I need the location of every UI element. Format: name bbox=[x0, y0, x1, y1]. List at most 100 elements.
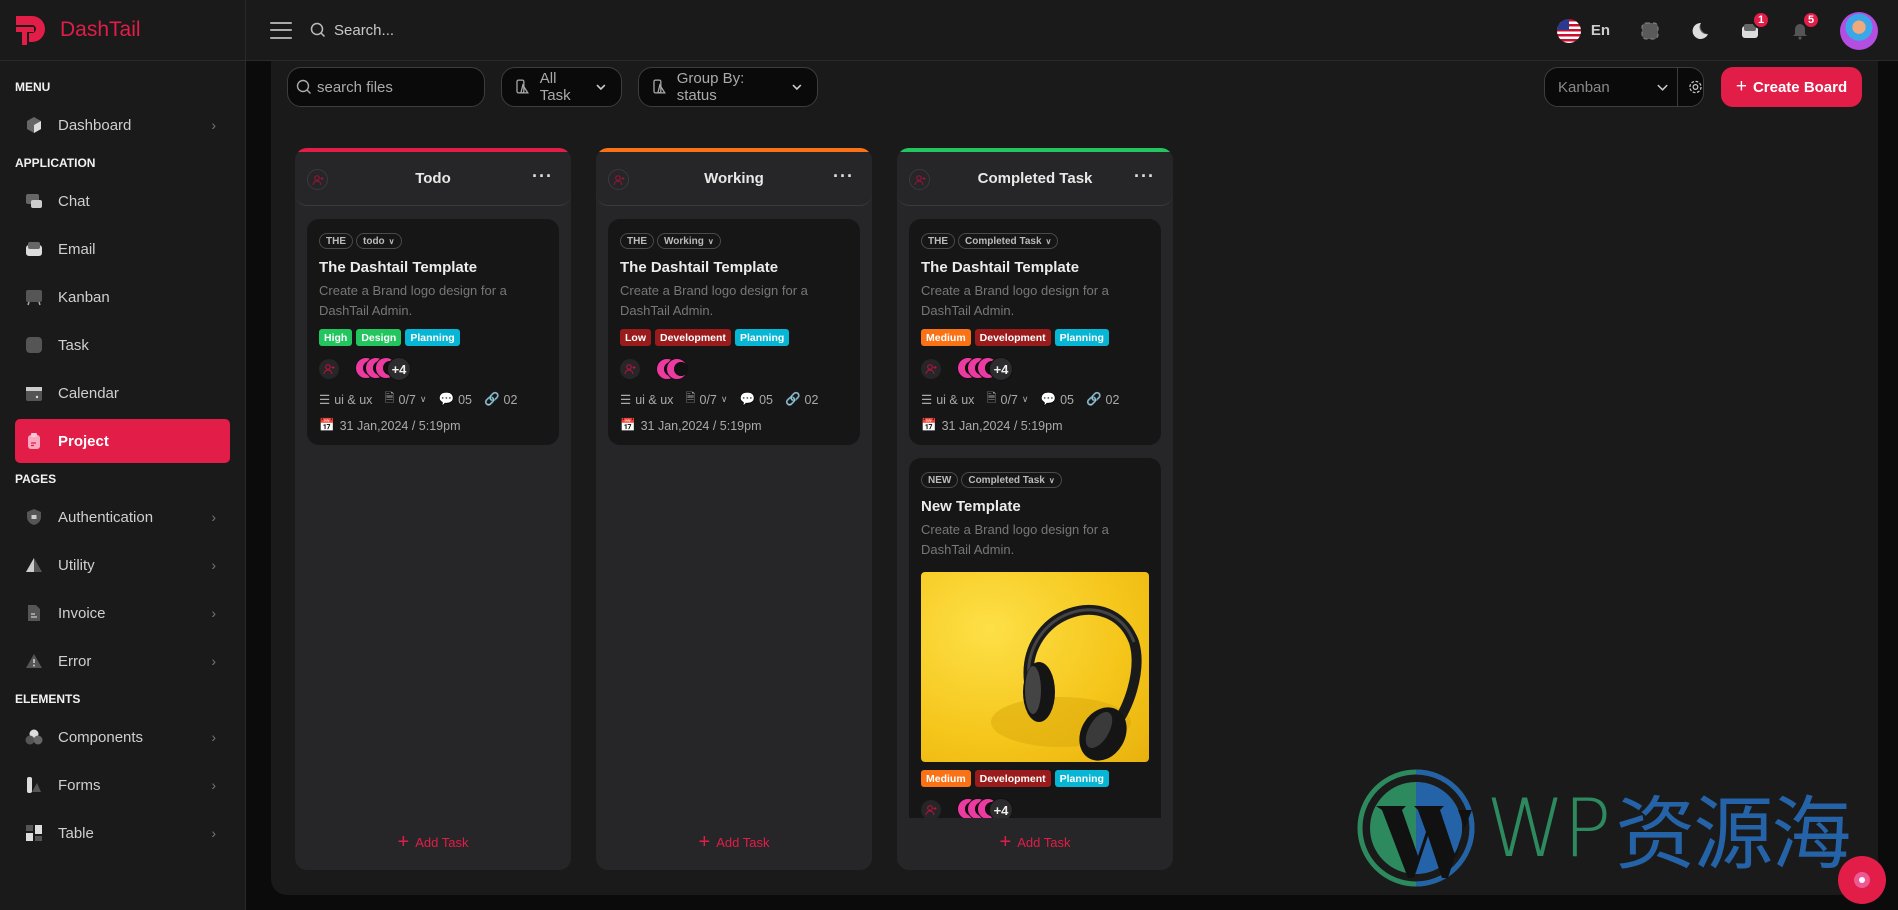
sidebar-item-kanban[interactable]: Kanban bbox=[15, 275, 230, 319]
column-more-menu-icon[interactable]: ··· bbox=[833, 166, 854, 187]
sidebar-item-calendar[interactable]: Calendar bbox=[15, 371, 230, 415]
moon-icon bbox=[1692, 22, 1708, 39]
global-search[interactable]: Search... bbox=[310, 22, 394, 39]
sidebar-item-invoice[interactable]: Invoice › bbox=[15, 591, 230, 635]
view-select-value: Kanban bbox=[1558, 78, 1610, 96]
group-by-dropdown[interactable]: Group By: status bbox=[638, 67, 818, 107]
document-icon: 🗎 bbox=[986, 391, 997, 405]
task-tags: Medium Development Planning bbox=[921, 770, 1149, 787]
sidebar-item-email[interactable]: Email bbox=[15, 227, 230, 271]
task-icon bbox=[25, 336, 43, 354]
language-switcher[interactable]: En bbox=[1556, 18, 1610, 43]
search-files-input[interactable]: search files bbox=[287, 67, 485, 107]
create-board-button[interactable]: + Create Board bbox=[1721, 67, 1862, 107]
sidebar-item-project[interactable]: Project bbox=[15, 419, 230, 463]
sidebar-section-title: MENU bbox=[15, 80, 51, 94]
subtasks-dropdown[interactable]: 🗎 0/7 ∨ bbox=[384, 389, 426, 410]
subtasks-dropdown[interactable]: 🗎 0/7 ∨ bbox=[685, 389, 727, 410]
avatar-stack[interactable]: +4 bbox=[355, 357, 411, 381]
add-task-button[interactable]: + Add Task bbox=[897, 831, 1173, 854]
notifications-button[interactable]: 5 bbox=[1790, 10, 1820, 41]
column-header: Completed Task ··· bbox=[897, 152, 1173, 206]
add-task-button[interactable]: + Add Task bbox=[295, 831, 571, 854]
task-assignees: +4 bbox=[319, 357, 547, 381]
chevron-right-icon: › bbox=[211, 653, 216, 669]
task-filter-dropdown[interactable]: All Task bbox=[501, 67, 622, 107]
warning-icon bbox=[25, 652, 43, 670]
sidebar-item-chat[interactable]: Chat bbox=[15, 179, 230, 223]
sidebar-item-forms[interactable]: Forms › bbox=[15, 763, 230, 807]
column-cards: THE todo ∨ The Dashtail Template Create a… bbox=[295, 206, 571, 818]
user-avatar[interactable] bbox=[1840, 11, 1878, 50]
sidebar-item-utility[interactable]: Utility › bbox=[15, 543, 230, 587]
fullscreen-button[interactable] bbox=[1640, 21, 1660, 41]
chat-icon bbox=[25, 192, 43, 210]
assign-user-button[interactable] bbox=[921, 800, 941, 818]
add-task-label: Add Task bbox=[716, 835, 770, 850]
task-filter-label: All Task bbox=[539, 70, 571, 104]
topbar-actions: En 1 5 bbox=[1556, 0, 1878, 61]
search-icon bbox=[310, 22, 326, 38]
avatar bbox=[666, 358, 688, 380]
settings-gear-icon[interactable] bbox=[1688, 79, 1703, 95]
messages-button[interactable]: 1 bbox=[1740, 10, 1770, 41]
theme-toggle-button[interactable] bbox=[1690, 21, 1710, 41]
task-card[interactable]: THE Completed Task ∨ The Dashtail Templat… bbox=[909, 219, 1161, 445]
status-dropdown[interactable]: Completed Task ∨ bbox=[961, 472, 1062, 488]
task-date-text: 31 Jan,2024 / 5:19pm bbox=[339, 418, 461, 433]
topbar: Search... En 1 5 bbox=[246, 0, 1898, 61]
sidebar-item-table[interactable]: Table › bbox=[15, 811, 230, 855]
status-dropdown[interactable]: Working ∨ bbox=[657, 233, 721, 249]
theme-customizer-button[interactable] bbox=[1838, 856, 1886, 904]
column-add-member-button[interactable] bbox=[909, 169, 930, 190]
status-label: todo bbox=[363, 235, 385, 247]
task-tag: Planning bbox=[1054, 770, 1109, 787]
task-card[interactable]: THE Working ∨ The Dashtail Template Creat… bbox=[608, 219, 860, 445]
menu-toggle-button[interactable] bbox=[270, 21, 292, 39]
search-files-placeholder: search files bbox=[317, 78, 393, 96]
column-more-menu-icon[interactable]: ··· bbox=[1134, 166, 1155, 187]
add-task-button[interactable]: + Add Task bbox=[596, 831, 872, 854]
avatar-stack[interactable] bbox=[656, 358, 688, 380]
task-title: The Dashtail Template bbox=[921, 259, 1080, 276]
assign-user-button[interactable] bbox=[620, 359, 640, 379]
chevron-down-icon: ∨ bbox=[720, 394, 728, 404]
assign-user-button[interactable] bbox=[921, 359, 941, 379]
column-add-member-button[interactable] bbox=[608, 169, 629, 190]
sidebar-item-error[interactable]: Error › bbox=[15, 639, 230, 683]
sidebar-item-task[interactable]: Task bbox=[15, 323, 230, 367]
status-dropdown[interactable]: todo ∨ bbox=[356, 233, 402, 249]
assign-user-button[interactable] bbox=[319, 359, 339, 379]
task-card[interactable]: NEW Completed Task ∨ New Template Create … bbox=[909, 458, 1161, 818]
flower-gear-icon bbox=[1854, 872, 1870, 888]
status-label: Working bbox=[664, 235, 704, 247]
kanban-icon bbox=[25, 288, 43, 306]
task-tag: Medium bbox=[921, 329, 971, 346]
subtasks-dropdown[interactable]: 🗎 0/7 ∨ bbox=[986, 389, 1028, 410]
task-tag: Development bbox=[974, 770, 1051, 787]
column-more-menu-icon[interactable]: ··· bbox=[532, 166, 553, 187]
plus-icon: + bbox=[698, 831, 711, 853]
project-code-chip: THE bbox=[319, 233, 353, 249]
sidebar-item-dashboard[interactable]: Dashboard › bbox=[15, 103, 230, 147]
gutter bbox=[246, 61, 271, 910]
sidebar-item-components[interactable]: Components › bbox=[15, 715, 230, 759]
calendar-icon: 📅 bbox=[319, 418, 335, 432]
chevron-down-icon: ∨ bbox=[1021, 394, 1029, 404]
status-dropdown[interactable]: Completed Task ∨ bbox=[958, 233, 1059, 249]
subtask-progress: 0/7 bbox=[1000, 392, 1018, 407]
project-code-chip: NEW bbox=[921, 472, 959, 488]
add-task-label: Add Task bbox=[415, 835, 469, 850]
add-user-icon bbox=[312, 174, 323, 185]
task-tags: Low Development Planning bbox=[620, 329, 848, 346]
chevron-down-icon bbox=[792, 84, 802, 91]
column-add-member-button[interactable] bbox=[307, 169, 328, 190]
avatar-stack[interactable]: +4 bbox=[957, 357, 1013, 381]
watermark: WP 资源海 bbox=[1356, 768, 1851, 888]
view-select[interactable]: Kanban bbox=[1544, 67, 1704, 107]
task-card[interactable]: THE todo ∨ The Dashtail Template Create a… bbox=[307, 219, 559, 445]
avatar-stack[interactable]: +4 bbox=[957, 798, 1013, 818]
link-count: 02 bbox=[804, 392, 819, 407]
brand-logo[interactable]: DashTail bbox=[0, 0, 245, 61]
sidebar-item-authentication[interactable]: Authentication › bbox=[15, 495, 230, 539]
